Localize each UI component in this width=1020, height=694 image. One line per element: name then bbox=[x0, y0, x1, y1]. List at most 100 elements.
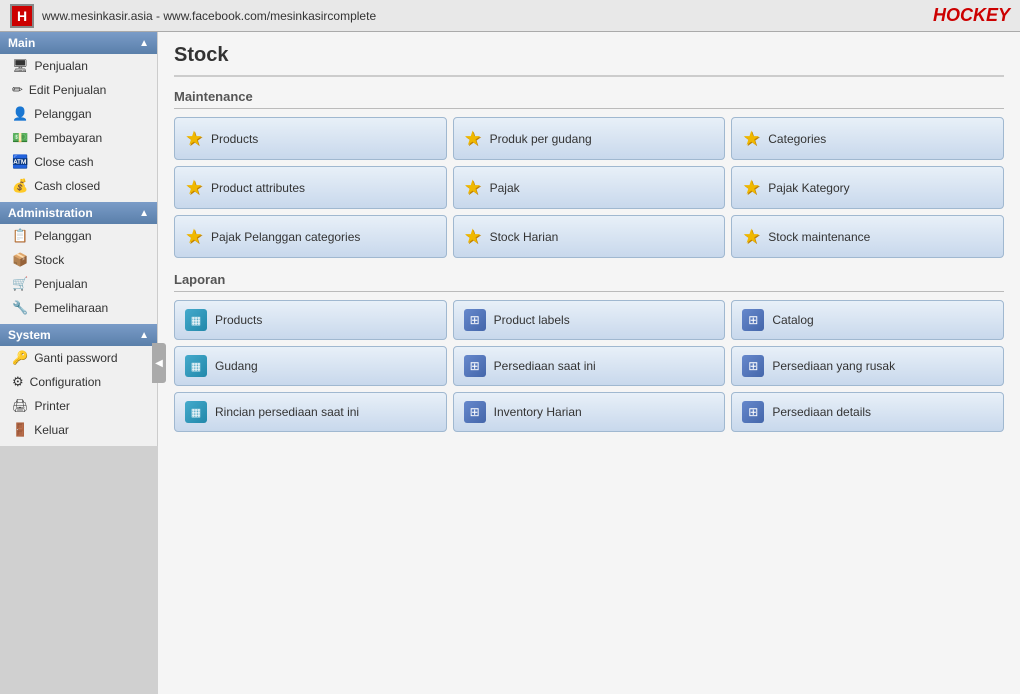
sidebar-item-configuration[interactable]: Configuration bbox=[0, 370, 157, 394]
star-icon-pajak: ★ bbox=[464, 175, 482, 200]
sidebar-item-stock[interactable]: Stock bbox=[0, 248, 157, 272]
stock-maintenance-button[interactable]: ★ Stock maintenance bbox=[731, 215, 1004, 258]
grid-icon-catalog bbox=[742, 309, 764, 331]
products-lap-button[interactable]: Products bbox=[174, 300, 447, 340]
hockey-brand: HOCKEY bbox=[933, 5, 1010, 26]
list-icon bbox=[12, 228, 28, 244]
grid-icon-persediaan bbox=[464, 355, 486, 377]
laporan-label: Laporan bbox=[174, 272, 1004, 292]
categories-button[interactable]: ★ Categories bbox=[731, 117, 1004, 160]
monitor-icon bbox=[12, 58, 29, 74]
product-labels-label: Product labels bbox=[494, 313, 570, 327]
pajak-button[interactable]: ★ Pajak bbox=[453, 166, 726, 209]
stock-harian-button[interactable]: ★ Stock Harian bbox=[453, 215, 726, 258]
maintenance-section: Maintenance ★ Products ★ Produk per guda… bbox=[174, 89, 1004, 258]
penjualan2-label: Penjualan bbox=[34, 277, 87, 291]
sidebar-section-main-header[interactable]: Main ▲ bbox=[0, 32, 157, 54]
sidebar-item-penjualan2[interactable]: Penjualan bbox=[0, 272, 157, 296]
star-icon-product-attrs: ★ bbox=[185, 175, 203, 200]
sidebar-section-admin-header[interactable]: Administration ▲ bbox=[0, 202, 157, 224]
pemeliharaan-label: Pemeliharaan bbox=[34, 301, 108, 315]
cash-closed-label: Cash closed bbox=[34, 179, 100, 193]
produk-per-gudang-button[interactable]: ★ Produk per gudang bbox=[453, 117, 726, 160]
persediaan-saat-ini-button[interactable]: Persediaan saat ini bbox=[453, 346, 726, 386]
maintenance-label: Maintenance bbox=[174, 89, 1004, 109]
sidebar-item-ganti-password[interactable]: Ganti password bbox=[0, 346, 157, 370]
sidebar-item-close-cash[interactable]: Close cash bbox=[0, 150, 157, 174]
product-attributes-label: Product attributes bbox=[211, 181, 305, 195]
pajak-kategory-button[interactable]: ★ Pajak Kategory bbox=[731, 166, 1004, 209]
star-icon-products: ★ bbox=[185, 126, 203, 151]
sidebar-collapse-button[interactable]: ◀ bbox=[152, 343, 166, 383]
product-attributes-button[interactable]: ★ Product attributes bbox=[174, 166, 447, 209]
grid-icon-rusak bbox=[742, 355, 764, 377]
sidebar-wrapper: Main ▲ Penjualan Edit Penjualan Pelangga… bbox=[0, 32, 158, 694]
sidebar-section-system-header[interactable]: System ▲ bbox=[0, 324, 157, 346]
gudang-button[interactable]: Gudang bbox=[174, 346, 447, 386]
pajak-pelanggan-button[interactable]: ★ Pajak Pelanggan categories bbox=[174, 215, 447, 258]
sidebar-item-pemeliharaan[interactable]: Pemeliharaan bbox=[0, 296, 157, 320]
cashclosed-icon bbox=[12, 178, 28, 194]
products-button[interactable]: ★ Products bbox=[174, 117, 447, 160]
teal-icon-rincian bbox=[185, 401, 207, 423]
persediaan-rusak-button[interactable]: Persediaan yang rusak bbox=[731, 346, 1004, 386]
persediaan-rusak-label: Persediaan yang rusak bbox=[772, 359, 895, 373]
persediaan-details-button[interactable]: Persediaan details bbox=[731, 392, 1004, 432]
rincian-persediaan-button[interactable]: Rincian persediaan saat ini bbox=[174, 392, 447, 432]
product-labels-button[interactable]: Product labels bbox=[453, 300, 726, 340]
laporan-section: Laporan Products Product labels Catalog … bbox=[174, 272, 1004, 432]
sidebar-item-cash-closed[interactable]: Cash closed bbox=[0, 174, 157, 198]
teal-grid-icon-products bbox=[185, 309, 207, 331]
star-icon-stock-maint: ★ bbox=[742, 224, 760, 249]
stock-label: Stock bbox=[34, 253, 64, 267]
products-button-label: Products bbox=[211, 132, 258, 146]
keluar-label: Keluar bbox=[34, 423, 69, 437]
main-content: Stock Maintenance ★ Products ★ Produk pe… bbox=[158, 32, 1020, 694]
pelanggan-label: Pelanggan bbox=[34, 107, 91, 121]
catalog-label: Catalog bbox=[772, 313, 813, 327]
money-icon bbox=[12, 130, 28, 146]
edit-icon bbox=[12, 82, 23, 98]
close-cash-label: Close cash bbox=[34, 155, 93, 169]
stock-harian-label: Stock Harian bbox=[490, 230, 559, 244]
sidebar-section-system: System ▲ Ganti password Configuration Pr… bbox=[0, 324, 157, 442]
h-logo-icon: H bbox=[10, 4, 34, 28]
cash-icon bbox=[12, 154, 28, 170]
sidebar-item-printer[interactable]: Printer bbox=[0, 394, 157, 418]
persediaan-details-label: Persediaan details bbox=[772, 405, 871, 419]
sidebar-item-edit-penjualan[interactable]: Edit Penjualan bbox=[0, 78, 157, 102]
printer-icon bbox=[12, 398, 29, 414]
inventory-harian-label: Inventory Harian bbox=[494, 405, 582, 419]
penjualan-label: Penjualan bbox=[35, 59, 88, 73]
printer-label: Printer bbox=[35, 399, 70, 413]
gudang-label: Gudang bbox=[215, 359, 258, 373]
inventory-harian-button[interactable]: Inventory Harian bbox=[453, 392, 726, 432]
maintenance-grid: ★ Products ★ Produk per gudang ★ Categor… bbox=[174, 117, 1004, 258]
topbar-url: www.mesinkasir.asia - www.facebook.com/m… bbox=[42, 9, 376, 23]
sidebar: Main ▲ Penjualan Edit Penjualan Pelangga… bbox=[0, 32, 158, 446]
grid-icon-inventory bbox=[464, 401, 486, 423]
pajak-label: Pajak bbox=[490, 181, 520, 195]
page-title: Stock bbox=[174, 44, 1004, 77]
products-lap-label: Products bbox=[215, 313, 262, 327]
sidebar-item-penjualan[interactable]: Penjualan bbox=[0, 54, 157, 78]
sidebar-item-pembayaran[interactable]: Pembayaran bbox=[0, 126, 157, 150]
pelanggan2-label: Pelanggan bbox=[34, 229, 91, 243]
topbar: H www.mesinkasir.asia - www.facebook.com… bbox=[0, 0, 1020, 32]
sidebar-section-admin: Administration ▲ Pelanggan Stock Penjual… bbox=[0, 202, 157, 320]
sidebar-item-pelanggan[interactable]: Pelanggan bbox=[0, 102, 157, 126]
config-icon bbox=[12, 374, 24, 390]
catalog-button[interactable]: Catalog bbox=[731, 300, 1004, 340]
ganti-password-label: Ganti password bbox=[34, 351, 117, 365]
main-layout: Main ▲ Penjualan Edit Penjualan Pelangga… bbox=[0, 32, 1020, 694]
star-icon-pajak-kat: ★ bbox=[742, 175, 760, 200]
laporan-grid: Products Product labels Catalog Gudang P bbox=[174, 300, 1004, 432]
sidebar-item-pelanggan2[interactable]: Pelanggan bbox=[0, 224, 157, 248]
pembayaran-label: Pembayaran bbox=[34, 131, 102, 145]
box-icon bbox=[12, 252, 28, 268]
categories-label: Categories bbox=[768, 132, 826, 146]
sidebar-item-keluar[interactable]: Keluar bbox=[0, 418, 157, 442]
penjualan2-icon bbox=[12, 276, 28, 292]
produk-per-gudang-label: Produk per gudang bbox=[490, 132, 592, 146]
teal-icon-gudang bbox=[185, 355, 207, 377]
